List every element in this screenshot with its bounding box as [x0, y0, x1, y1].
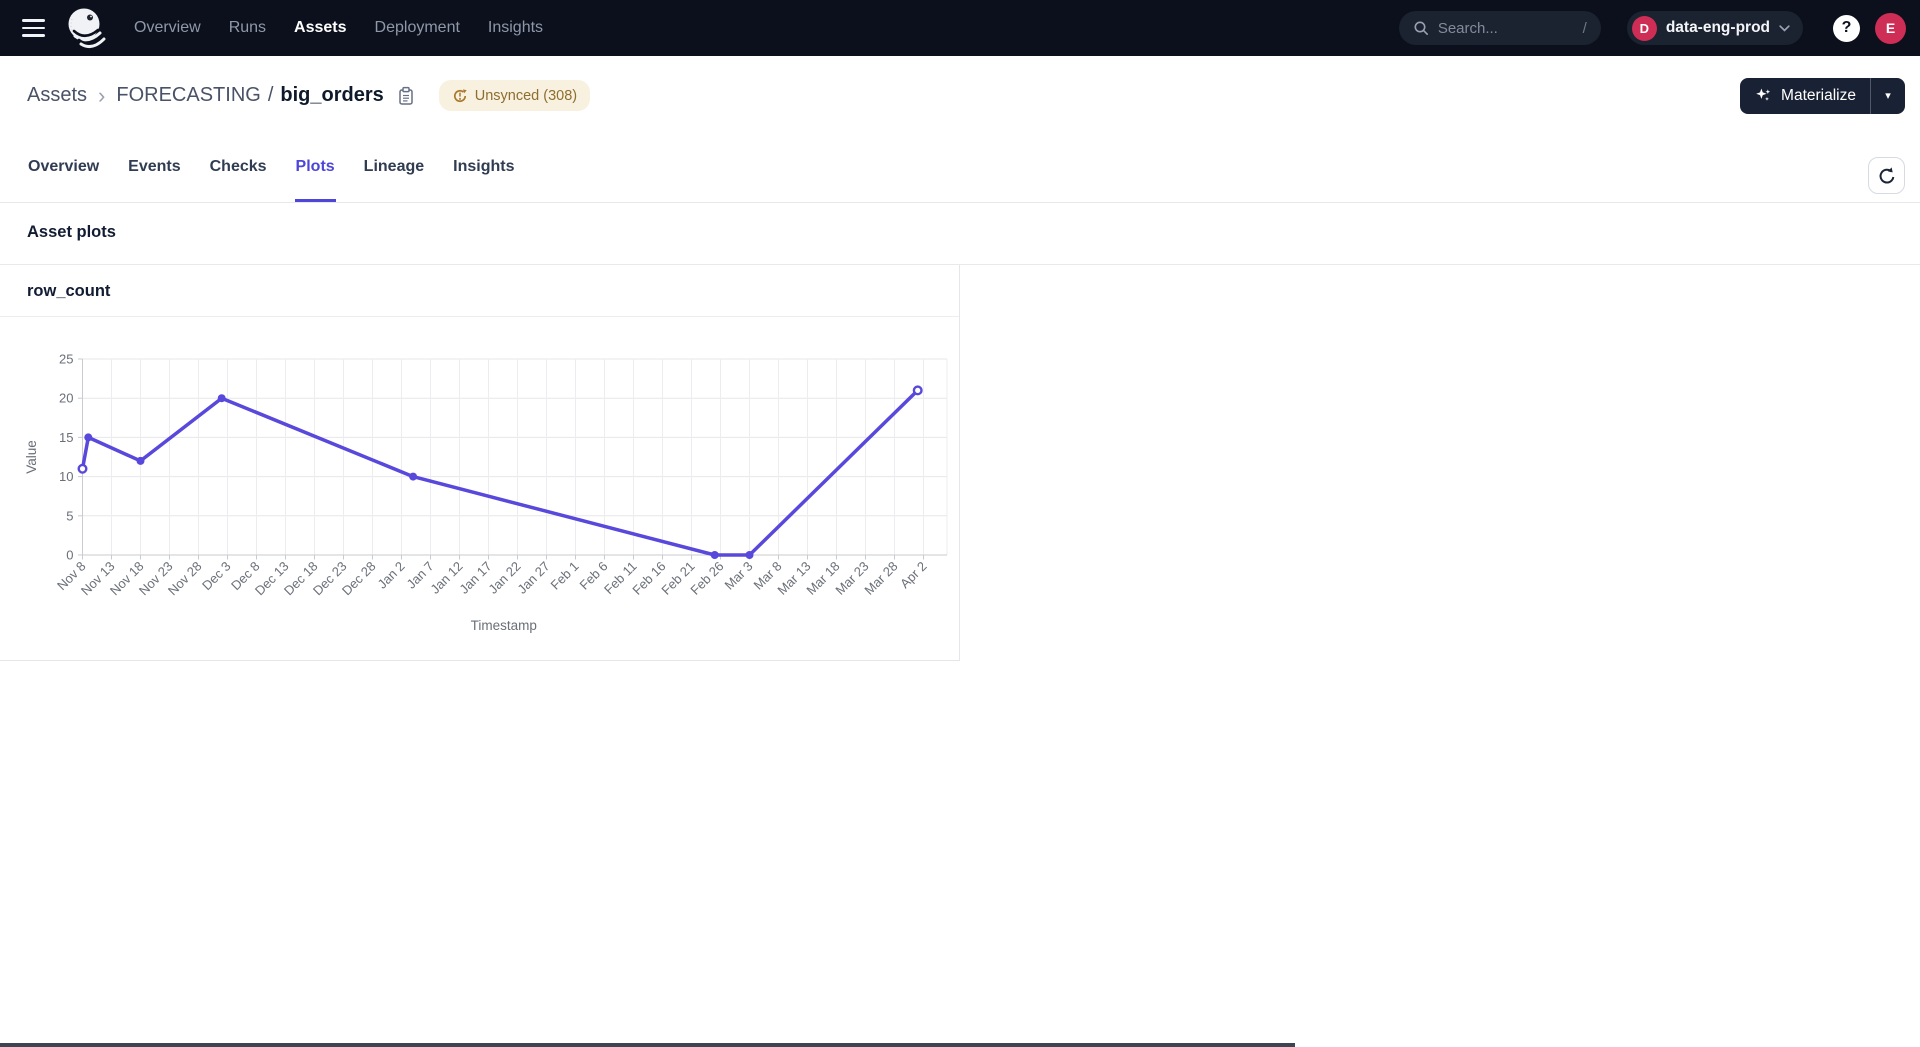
dagster-logo-icon	[63, 5, 109, 51]
nav-item-deployment[interactable]: Deployment	[375, 19, 460, 37]
x-tick-label: Mar 3	[722, 559, 756, 593]
tab-insights[interactable]: Insights	[452, 135, 515, 202]
y-tick-label: 25	[59, 352, 73, 367]
breadcrumb-separator: /	[268, 84, 274, 107]
page-title: Asset plots	[0, 203, 1920, 265]
deployment-name: data-eng-prod	[1666, 19, 1770, 37]
sync-alert-icon	[452, 88, 468, 104]
chart-container: Nov 8Nov 13Nov 18Nov 23Nov 28Dec 3Dec 8D…	[0, 317, 960, 661]
deployment-badge: D	[1632, 16, 1657, 41]
chart-line	[83, 390, 918, 555]
tab-plots[interactable]: Plots	[295, 135, 336, 202]
asset-tabs: Overview Events Checks Plots Lineage Ins…	[0, 135, 1920, 203]
breadcrumb-chevron-icon: ›	[98, 85, 105, 107]
row-count-plot-card: row_count Nov 8Nov 13Nov 18Nov 23Nov 28D…	[0, 265, 960, 661]
primary-nav: Overview Runs Assets Deployment Insights	[134, 19, 543, 37]
tab-checks[interactable]: Checks	[209, 135, 268, 202]
x-tick-label: Feb 1	[548, 559, 582, 593]
user-avatar[interactable]: E	[1875, 13, 1906, 44]
tab-lineage[interactable]: Lineage	[363, 135, 425, 202]
caret-down-icon: ▾	[1885, 89, 1891, 102]
x-tick-label: Dec 3	[199, 559, 234, 594]
nav-item-insights[interactable]: Insights	[488, 19, 543, 37]
y-axis-title: Value	[24, 440, 39, 474]
search-input[interactable]: Search... /	[1399, 11, 1601, 45]
x-tick-label: Jan 2	[375, 559, 408, 592]
x-tick-label: Apr 2	[897, 559, 930, 592]
chart-point	[914, 387, 922, 395]
asset-header: Assets › FORECASTING / big_orders	[0, 56, 1920, 135]
search-shortcut-hint: /	[1583, 20, 1587, 37]
nav-item-runs[interactable]: Runs	[229, 19, 266, 37]
y-tick-label: 20	[59, 391, 73, 406]
x-tick-label: Jan 27	[514, 559, 552, 597]
breadcrumb: Assets › FORECASTING / big_orders	[27, 84, 415, 107]
materialize-options-caret[interactable]: ▾	[1871, 78, 1905, 114]
sparkles-icon	[1754, 86, 1773, 105]
breadcrumb-asset-name: big_orders	[280, 84, 383, 107]
deployment-switcher[interactable]: D data-eng-prod	[1627, 11, 1803, 45]
x-tick-label: Feb 26	[687, 559, 726, 598]
search-icon	[1413, 20, 1429, 36]
refresh-button[interactable]	[1868, 157, 1905, 194]
bottom-scrollbar[interactable]	[0, 1043, 1295, 1047]
plot-title: row_count	[0, 265, 959, 317]
chart-point	[137, 457, 145, 465]
materialize-label: Materialize	[1781, 87, 1856, 105]
materialize-split-button: Materialize ▾	[1740, 78, 1905, 114]
top-navbar: Overview Runs Assets Deployment Insights…	[0, 0, 1920, 56]
chevron-down-icon	[1779, 25, 1790, 32]
dagster-logo[interactable]	[60, 2, 112, 54]
row-count-chart: Nov 8Nov 13Nov 18Nov 23Nov 28Dec 3Dec 8D…	[0, 317, 960, 661]
search-placeholder: Search...	[1438, 20, 1574, 37]
y-tick-label: 15	[59, 430, 73, 445]
x-axis-title: Timestamp	[471, 618, 537, 633]
nav-item-overview[interactable]: Overview	[134, 19, 201, 37]
y-tick-label: 10	[59, 469, 73, 484]
chart-point	[746, 551, 754, 559]
nav-item-assets[interactable]: Assets	[294, 19, 346, 37]
chart-point	[84, 433, 92, 441]
breadcrumb-assets-link[interactable]: Assets	[27, 84, 87, 107]
y-tick-label: 0	[66, 548, 73, 563]
x-tick-label: Mar 28	[861, 559, 900, 598]
chart-point	[218, 394, 226, 402]
help-button[interactable]: ?	[1833, 15, 1860, 42]
y-tick-label: 5	[66, 508, 73, 523]
tab-events[interactable]: Events	[127, 135, 181, 202]
clipboard-icon	[397, 86, 415, 106]
unsynced-status-badge[interactable]: Unsynced (308)	[439, 80, 590, 111]
chart-point	[711, 551, 719, 559]
copy-asset-name-button[interactable]	[397, 86, 415, 106]
tab-overview[interactable]: Overview	[27, 135, 100, 202]
unsynced-label: Unsynced (308)	[475, 88, 577, 104]
refresh-icon	[1877, 166, 1897, 186]
menu-button[interactable]	[16, 10, 52, 46]
chart-point	[409, 473, 417, 481]
materialize-button[interactable]: Materialize	[1740, 78, 1870, 114]
chart-point	[79, 465, 87, 473]
question-mark-icon: ?	[1842, 19, 1852, 37]
breadcrumb-group[interactable]: FORECASTING	[116, 84, 260, 107]
